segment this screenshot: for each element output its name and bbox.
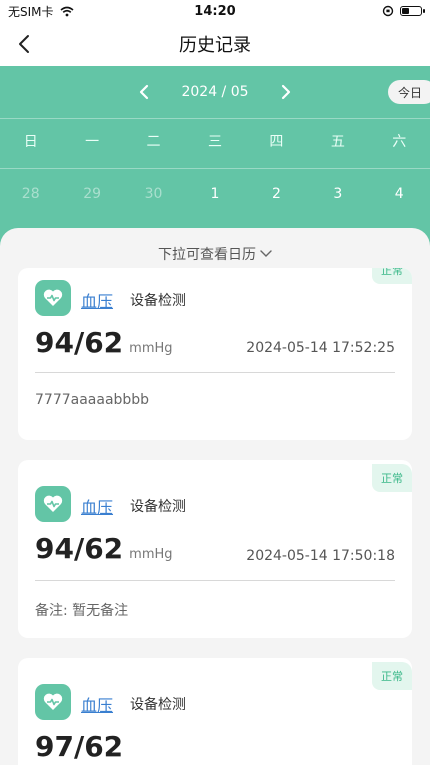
- chevron-left-icon: [19, 35, 29, 53]
- weekday-label: 六: [392, 134, 407, 150]
- pull-hint[interactable]: 下拉可查看日历: [0, 244, 430, 264]
- weekday-label: 一: [85, 134, 100, 150]
- card-divider: [35, 580, 395, 581]
- blood-pressure-value: 94/62: [35, 532, 124, 565]
- records-sheet[interactable]: 下拉可查看日历 正常 血压 设备检测 94/62 mmHg 2024-05-14…: [0, 228, 430, 765]
- weekday-header: 日 一 二 三 四 五 六: [0, 126, 430, 158]
- status-badge: 正常: [372, 268, 412, 284]
- heart-pulse-icon: [43, 289, 63, 306]
- record-method: 设备检测: [130, 499, 186, 515]
- record-card[interactable]: 正常 血压 设备检测 97/62: [18, 658, 412, 765]
- date-cell[interactable]: 2: [246, 178, 307, 210]
- unit-label: mmHg: [129, 341, 173, 356]
- battery-icon: [400, 6, 425, 16]
- chevron-left-icon: [140, 84, 149, 100]
- record-type-link[interactable]: 血压: [81, 692, 113, 716]
- chevron-down-icon: [260, 250, 272, 257]
- blood-pressure-value: 94/62: [35, 326, 124, 359]
- record-time: 2024-05-14 17:50:18: [246, 548, 395, 564]
- record-type-icon: [35, 684, 71, 720]
- status-right: [382, 5, 425, 17]
- heart-pulse-icon: [43, 495, 63, 512]
- chevron-right-icon: [281, 84, 290, 100]
- carrier-label: 无SIM卡: [8, 4, 54, 19]
- date-cell[interactable]: 29: [61, 178, 122, 210]
- today-button[interactable]: 今日: [387, 80, 430, 104]
- card-divider: [35, 372, 395, 373]
- calendar-divider: [0, 118, 430, 119]
- date-cell[interactable]: 28: [0, 178, 61, 210]
- date-cell[interactable]: 1: [184, 178, 245, 210]
- heart-pulse-icon: [43, 693, 63, 710]
- weekday-label: 日: [23, 134, 38, 150]
- record-method: 设备检测: [130, 293, 186, 309]
- battery-fill: [402, 8, 409, 14]
- status-left: 无SIM卡: [8, 3, 74, 20]
- record-type-icon: [35, 280, 71, 316]
- date-cell[interactable]: 3: [307, 178, 368, 210]
- record-method: 设备检测: [130, 697, 186, 713]
- calendar-divider: [0, 168, 430, 169]
- unit-label: mmHg: [129, 547, 173, 562]
- record-note: 备注: 暂无备注: [35, 603, 129, 619]
- nav-bar: 历史记录: [0, 22, 430, 66]
- orientation-lock-icon: [382, 5, 394, 17]
- next-month-button[interactable]: [275, 81, 297, 103]
- record-value: 94/62 mmHg: [35, 532, 173, 565]
- weekday-label: 五: [330, 134, 345, 150]
- month-label: 2024 / 05: [181, 84, 249, 100]
- record-note: 7777aaaaabbbb: [35, 392, 150, 408]
- record-type-link[interactable]: 血压: [81, 494, 113, 518]
- status-badge: 正常: [372, 464, 412, 492]
- weekday-label: 四: [269, 134, 284, 150]
- wifi-icon: [60, 6, 74, 16]
- record-type-icon: [35, 486, 71, 522]
- date-row: 28 29 30 1 2 3 4: [0, 178, 430, 210]
- back-button[interactable]: [10, 30, 38, 58]
- record-type-link[interactable]: 血压: [81, 288, 113, 312]
- pull-hint-label: 下拉可查看日历: [158, 247, 256, 263]
- weekday-label: 三: [207, 134, 222, 150]
- record-card[interactable]: 正常 血压 设备检测 94/62 mmHg 2024-05-14 17:52:2…: [18, 268, 412, 440]
- prev-month-button[interactable]: [133, 81, 155, 103]
- record-value: 97/62: [35, 730, 123, 763]
- blood-pressure-value: 97/62: [35, 730, 124, 763]
- date-cell[interactable]: 4: [369, 178, 430, 210]
- record-value: 94/62 mmHg: [35, 326, 173, 359]
- page-title: 历史记录: [179, 35, 251, 56]
- date-cell[interactable]: 30: [123, 178, 184, 210]
- status-badge: 正常: [372, 662, 412, 690]
- status-bar: 无SIM卡 14:20: [0, 0, 430, 22]
- month-selector: 2024 / 05 今日: [0, 66, 430, 118]
- record-card[interactable]: 正常 血压 设备检测 94/62 mmHg 2024-05-14 17:50:1…: [18, 460, 412, 638]
- record-time: 2024-05-14 17:52:25: [246, 340, 395, 356]
- weekday-label: 二: [146, 134, 161, 150]
